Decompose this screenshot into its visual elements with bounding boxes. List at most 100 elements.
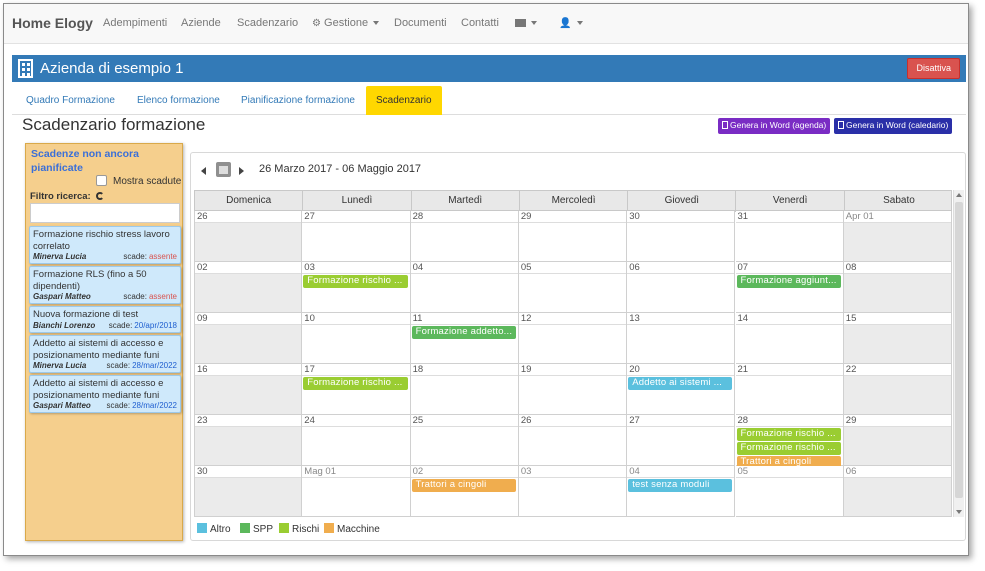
calendar-day-cell[interactable]: 29 (518, 211, 628, 262)
nav-aziende[interactable]: Aziende (181, 17, 221, 29)
scrollbar-thumb[interactable] (955, 202, 963, 498)
nav-contatti[interactable]: Contatti (461, 17, 499, 29)
calendar-scrollbar[interactable] (953, 190, 964, 517)
deadline-card[interactable]: Formazione rischio stress lavoro correla… (29, 226, 181, 264)
legend-item: SPP (240, 523, 273, 535)
calendar-day-cell[interactable]: 07 Formazione aggiunt... (735, 262, 844, 313)
calendar-day-cell[interactable]: 05 (735, 466, 844, 517)
word-calendar-button[interactable]: Genera in Word (caledario) (834, 118, 953, 134)
calendar-day-cell[interactable]: 27 (627, 415, 736, 466)
calendar-day-cell[interactable]: 03 Formazione rischio ... (302, 262, 411, 313)
calendar-event[interactable]: Formazione rischio ... (303, 275, 408, 288)
calendar-icon[interactable] (216, 162, 231, 177)
calendar-day-cell[interactable]: 22 (843, 364, 953, 415)
calendar-day-cell[interactable]: 28 Formazione rischio ... Formazione risch… (735, 415, 844, 469)
nav-scadenzario[interactable]: Scadenzario (237, 17, 298, 29)
tab-elenco-formazione[interactable]: Elenco formazione (127, 86, 230, 115)
calendar-day-cell[interactable]: 30 (194, 466, 303, 517)
nav-user-dropdown[interactable]: 👤 (559, 17, 583, 29)
day-number-strip: 05 (518, 262, 627, 274)
day-number-strip: 27 (627, 415, 735, 427)
calendar-event[interactable]: Formazione aggiunt... (736, 275, 841, 288)
nav-mail-dropdown[interactable] (515, 17, 538, 29)
tab-scadenzario[interactable]: Scadenzario (366, 86, 442, 115)
calendar-day-cell[interactable]: 15 (843, 313, 953, 364)
calendar-day-cell[interactable]: 02 (194, 262, 303, 313)
scroll-down-icon[interactable] (956, 510, 962, 514)
day-number-strip: Mag 01 (302, 466, 410, 478)
deadline-card[interactable]: Nuova formazione di test Bianchi Lorenzo… (29, 306, 181, 333)
day-number: 02 (197, 262, 208, 273)
deactivate-button[interactable]: Disattiva (907, 58, 960, 79)
deadline-card[interactable]: Formazione RLS (fino a 50 dipendenti) Ga… (29, 266, 181, 304)
calendar-event[interactable]: test senza moduli (628, 479, 733, 492)
calendar-event[interactable]: Formazione addetto... (411, 326, 516, 339)
prev-arrow-icon[interactable] (201, 167, 206, 175)
word-agenda-button[interactable]: Genera in Word (agenda) (718, 118, 831, 134)
day-number: 22 (845, 364, 857, 375)
calendar-day-cell[interactable]: 17 Formazione rischio ... (302, 364, 411, 415)
calendar-day-cell[interactable]: 09 (194, 313, 303, 364)
scroll-up-icon[interactable] (956, 193, 962, 197)
tab-pianificazione-formazione[interactable]: Pianificazione formazione (231, 86, 365, 115)
calendar-event[interactable]: Formazione rischio ... (736, 442, 841, 455)
calendar-day-cell[interactable]: 08 (843, 262, 953, 313)
calendar-week-row: 23 24 25 26 27 28 Formazione rischio ... Formaz… (194, 415, 953, 469)
calendar-day-cell[interactable]: Apr 01 (843, 211, 953, 262)
calendar-day-cell[interactable]: 13 (627, 313, 736, 364)
calendar-day-cell[interactable]: 25 (410, 415, 519, 466)
calendar-day-cell[interactable]: 24 (302, 415, 411, 466)
day-number: 06 (629, 262, 640, 273)
calendar-day-cell[interactable]: 30 (627, 211, 736, 262)
calendar-day-cell[interactable]: 19 (518, 364, 628, 415)
brand-logo[interactable]: Home Elogy (12, 15, 93, 31)
calendar-day-cell[interactable]: 02 Trattori a cingoli (410, 466, 519, 517)
show-expired-checkbox[interactable] (96, 175, 107, 186)
day-body (627, 274, 734, 312)
deadline-name: Addetto ai sistemi di accesso e posizion… (33, 338, 164, 361)
calendar-day-cell[interactable]: 05 (518, 262, 628, 313)
calendar-day-cell[interactable]: 04 test senza moduli (627, 466, 736, 517)
calendar-day-cell[interactable]: Mag 01 (302, 466, 411, 517)
calendar-day-cell[interactable]: 03 (518, 466, 628, 517)
calendar-day-cell[interactable]: 12 (518, 313, 628, 364)
calendar-day-cell[interactable]: 29 (843, 415, 953, 466)
calendar-day-cell[interactable]: 23 (194, 415, 303, 466)
calendar-event[interactable]: Addetto ai sistemi ... (628, 377, 733, 390)
refresh-icon[interactable] (96, 192, 105, 200)
calendar-day-cell[interactable]: 28 (410, 211, 519, 262)
calendar-day-cell[interactable]: 16 (194, 364, 303, 415)
tab-quadro-formazione[interactable]: Quadro Formazione (16, 86, 125, 115)
calendar-day-cell[interactable]: 06 (627, 262, 736, 313)
deadline-card[interactable]: Addetto ai sistemi di accesso e posizion… (29, 375, 181, 413)
next-arrow-icon[interactable] (239, 167, 244, 175)
day-number: 04 (629, 466, 640, 477)
calendar-day-cell[interactable]: 20 Addetto ai sistemi ... (627, 364, 736, 415)
show-expired-label: Mostra scadute (113, 176, 182, 187)
calendar-day-cell[interactable]: 26 (194, 211, 303, 262)
calendar-day-cell[interactable]: 31 (735, 211, 844, 262)
deadline-name: Nuova formazione di test (33, 309, 139, 320)
calendar-day-cell[interactable]: 27 (302, 211, 411, 262)
filter-label: Filtro ricerca: (30, 191, 105, 202)
nav-gestione-dropdown[interactable]: ⚙ Gestione (312, 17, 380, 29)
deadline-card[interactable]: Addetto ai sistemi di accesso e posizion… (29, 335, 181, 373)
nav-documenti[interactable]: Documenti (394, 17, 447, 29)
calendar-day-cell[interactable]: 06 (843, 466, 953, 517)
nav-adempimenti[interactable]: Adempimenti (103, 17, 167, 29)
day-number-strip: 03 (518, 466, 627, 478)
calendar-day-cell[interactable]: 18 (410, 364, 519, 415)
calendar-day-cell[interactable]: 10 (302, 313, 411, 364)
unplanned-deadlines-panel: Scadenze non ancora pianificate Mostra s… (25, 143, 183, 541)
calendar-event[interactable]: Trattori a cingoli (411, 479, 516, 492)
calendar-day-cell[interactable]: 21 (735, 364, 844, 415)
calendar-day-cell[interactable]: 26 (518, 415, 628, 466)
day-number-strip: 25 (410, 415, 518, 427)
calendar-day-cell[interactable]: 04 (410, 262, 519, 313)
calendar-day-cell[interactable]: 11 Formazione addetto... (410, 313, 519, 364)
calendar-event[interactable]: Formazione rischio ... (736, 428, 841, 441)
day-number: 23 (197, 415, 208, 426)
calendar-event[interactable]: Formazione rischio ... (303, 377, 408, 390)
filter-input[interactable] (30, 203, 180, 223)
calendar-day-cell[interactable]: 14 (735, 313, 844, 364)
